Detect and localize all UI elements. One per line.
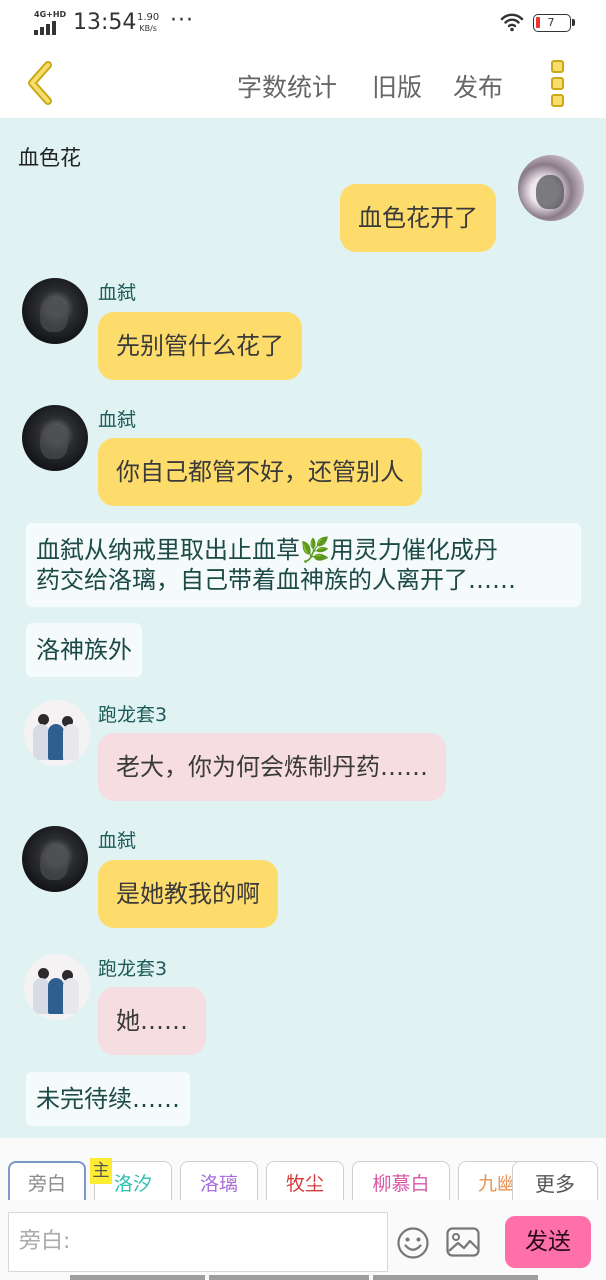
battery-icon: 7 bbox=[533, 14, 575, 32]
avatar[interactable] bbox=[22, 278, 88, 344]
app-header: 字数统计 旧版 发布 bbox=[0, 48, 606, 118]
avatar[interactable] bbox=[22, 405, 88, 471]
narration-block[interactable]: 未完待续…… bbox=[26, 1072, 190, 1126]
more-characters-button[interactable]: 更多 bbox=[512, 1161, 598, 1200]
character-chip[interactable]: 旁白 bbox=[8, 1161, 86, 1200]
message-bubble[interactable]: 先别管什么花了 bbox=[98, 312, 302, 380]
more-notifications: ··· bbox=[170, 8, 194, 33]
network-type: 4G+HD bbox=[34, 10, 67, 19]
clock: 13:54 bbox=[73, 10, 137, 35]
speed-value: 1.90 bbox=[137, 12, 160, 23]
message-bubble[interactable]: 血色花开了 bbox=[340, 184, 496, 252]
input-bar: 旁白: 发送 bbox=[0, 1200, 606, 1280]
narration-block[interactable]: 血弑从纳戒里取出止血草🌿用灵力催化成丹 药交给洛璃，自己带着血神族的人离开了…… bbox=[26, 523, 581, 607]
speaker-name: 血弑 bbox=[98, 830, 137, 852]
word-count-button[interactable]: 字数统计 bbox=[237, 68, 337, 104]
message-bubble[interactable]: 她…… bbox=[98, 987, 206, 1055]
speaker-name: 跑龙套3 bbox=[98, 704, 168, 726]
character-selector: 旁白 洛汐 主 洛璃 牧尘 柳慕白 九幽 更多 bbox=[0, 1138, 606, 1200]
message-bubble[interactable]: 你自己都管不好，还管别人 bbox=[98, 438, 422, 506]
scroll-indicator bbox=[70, 1275, 205, 1280]
message-bubble[interactable]: 老大，你为何会炼制丹药…… bbox=[98, 733, 446, 801]
network-speed: 1.90 KB/s bbox=[137, 12, 159, 34]
scroll-indicator bbox=[373, 1275, 538, 1280]
character-chip[interactable]: 牧尘 bbox=[266, 1161, 344, 1200]
smile-icon[interactable] bbox=[396, 1226, 430, 1260]
narration-line: 药交给洛璃，自己带着血神族的人离开了…… bbox=[36, 566, 516, 594]
image-icon[interactable] bbox=[446, 1227, 480, 1257]
wifi-icon bbox=[500, 13, 524, 32]
character-chip[interactable]: 柳慕白 bbox=[352, 1161, 450, 1200]
avatar[interactable] bbox=[24, 700, 90, 766]
speaker-name: 血弑 bbox=[98, 282, 137, 304]
narration-line: 血弑从纳戒里取出止血草🌿用灵力催化成丹 bbox=[36, 536, 498, 564]
vertical-dots-icon[interactable] bbox=[550, 60, 566, 108]
message-input[interactable]: 旁白: bbox=[8, 1212, 388, 1272]
speaker-name: 血弑 bbox=[98, 409, 137, 431]
main-character-tag: 主 bbox=[90, 1158, 112, 1184]
signal-icon bbox=[34, 21, 64, 35]
chat-area[interactable]: 血色花 血色花开了 血弑 先别管什么花了 血弑 你自己都管不好，还管别人 血弑从… bbox=[0, 118, 606, 1138]
send-button[interactable]: 发送 bbox=[505, 1216, 591, 1268]
old-version-button[interactable]: 旧版 bbox=[372, 68, 422, 104]
narration-block[interactable]: 洛神族外 bbox=[26, 623, 142, 677]
story-title: 血色花 bbox=[18, 146, 81, 170]
scroll-indicator bbox=[209, 1275, 369, 1280]
publish-button[interactable]: 发布 bbox=[453, 68, 503, 104]
avatar[interactable] bbox=[22, 826, 88, 892]
speaker-name: 跑龙套3 bbox=[98, 958, 168, 980]
message-bubble[interactable]: 是她教我的啊 bbox=[98, 860, 278, 928]
avatar[interactable] bbox=[24, 954, 90, 1020]
status-bar: 4G+HD 13:54 1.90 KB/s ··· 7 bbox=[0, 0, 606, 48]
speed-unit: KB/s bbox=[139, 24, 157, 33]
battery-level: 7 bbox=[547, 16, 555, 29]
chevron-left-icon[interactable] bbox=[20, 60, 60, 106]
avatar[interactable] bbox=[518, 155, 584, 221]
character-chip[interactable]: 洛璃 bbox=[180, 1161, 258, 1200]
